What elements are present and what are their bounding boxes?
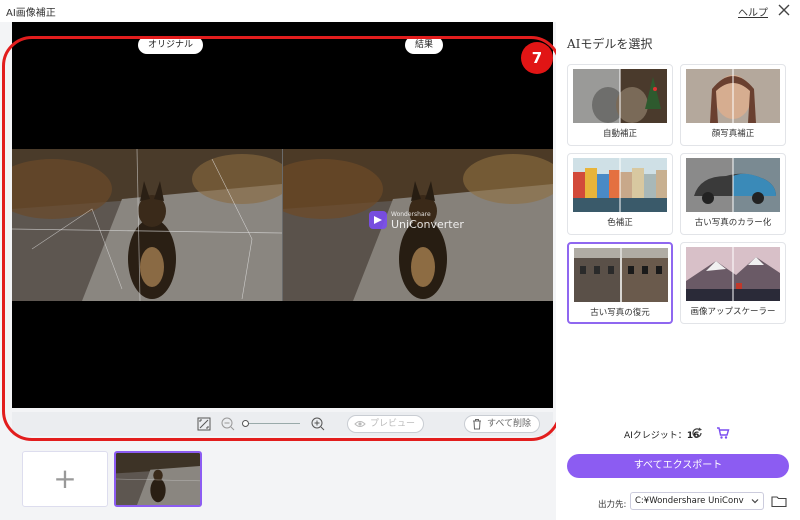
- trash-icon: [473, 419, 481, 430]
- refresh-icon[interactable]: [690, 426, 704, 440]
- preview-button-label: プレビュー: [370, 419, 416, 429]
- preview-button[interactable]: プレビュー: [347, 415, 425, 433]
- model-card-colorize-old-photo[interactable]: 古い写真のカラー化: [680, 153, 786, 235]
- model-thumbnail: [686, 247, 780, 301]
- help-link[interactable]: ヘルプ: [738, 4, 768, 19]
- preview-area: オリジナル 結果 Wondershare UniConverter プレビュー …: [0, 22, 561, 520]
- image-thumbnail[interactable]: [114, 451, 202, 507]
- plus-icon: +: [53, 462, 77, 495]
- close-icon[interactable]: [776, 2, 792, 18]
- model-label: 古い写真の復元: [590, 308, 650, 318]
- model-label: 色補正: [607, 218, 633, 228]
- ai-credits-label: AIクレジット：: [624, 431, 687, 441]
- model-card-restore-old-photo[interactable]: 古い写真の復元: [567, 242, 673, 324]
- model-label: 顔写真補正: [711, 129, 755, 139]
- model-thumbnail: [574, 248, 668, 302]
- zoom-out-icon[interactable]: [220, 416, 236, 432]
- zoom-slider-knob[interactable]: [242, 420, 249, 427]
- cart-icon[interactable]: [716, 426, 730, 440]
- chevron-down-icon: [751, 499, 759, 504]
- model-card-face-enhance[interactable]: 顔写真補正: [680, 64, 786, 146]
- title-bar: AI画像補正 ヘルプ: [0, 0, 800, 22]
- original-image: [12, 149, 282, 301]
- preview-toolbar: プレビュー すべて削除: [12, 412, 553, 436]
- step-badge: 7: [521, 42, 553, 74]
- model-label: 自動補正: [602, 129, 637, 139]
- watermark-small-text: Wondershare: [391, 211, 431, 218]
- output-path-select[interactable]: C:¥Wondershare UniConv: [630, 492, 764, 510]
- delete-all-label: すべて削除: [487, 419, 532, 429]
- thumbnail-strip: +: [12, 442, 553, 520]
- delete-all-button[interactable]: すべて削除: [464, 415, 541, 433]
- export-all-button[interactable]: すべてエクスポート: [567, 454, 789, 478]
- comparison-preview: オリジナル 結果 Wondershare UniConverter: [12, 22, 553, 408]
- model-card-color-correction[interactable]: 色補正: [567, 153, 673, 235]
- model-card-auto-enhance[interactable]: 自動補正: [567, 64, 673, 146]
- zoom-slider-track[interactable]: [244, 423, 300, 424]
- output-label: 出力先:: [598, 500, 627, 510]
- window-title: AI画像補正: [6, 8, 56, 19]
- result-label: 結果: [405, 36, 444, 54]
- model-thumbnail: [686, 158, 780, 212]
- model-thumbnail: [573, 158, 667, 212]
- watermark: Wondershare UniConverter: [369, 211, 464, 233]
- model-label: 画像アップスケーラー: [690, 307, 776, 317]
- folder-icon[interactable]: [771, 494, 787, 508]
- zoom-in-icon[interactable]: [310, 416, 326, 432]
- model-panel-heading: AIモデルを選択: [567, 37, 653, 51]
- uniconverter-logo-icon: [369, 211, 387, 229]
- model-panel: AIモデルを選択 自動補正 顔写真補正 色補正 古い写真のカラー化 古い写真の復…: [556, 22, 800, 520]
- ai-credits: AIクレジット：16: [624, 428, 699, 441]
- model-thumbnail: [573, 69, 667, 123]
- model-label: 古い写真のカラー化: [694, 218, 772, 228]
- add-image-button[interactable]: +: [22, 451, 108, 507]
- model-card-image-upscaler[interactable]: 画像アップスケーラー: [680, 242, 786, 324]
- output-path-value: C:¥Wondershare UniConv: [635, 496, 744, 506]
- eye-icon: [354, 421, 366, 427]
- watermark-big-text: UniConverter: [391, 218, 464, 231]
- model-thumbnail: [686, 69, 780, 123]
- fit-screen-icon[interactable]: [196, 416, 212, 432]
- original-label: オリジナル: [138, 36, 204, 54]
